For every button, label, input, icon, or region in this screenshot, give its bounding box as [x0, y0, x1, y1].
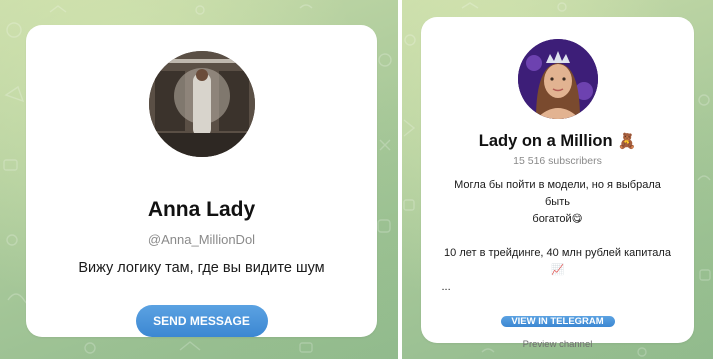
- view-in-telegram-button[interactable]: VIEW IN TELEGRAM: [500, 316, 615, 327]
- channel-title: Lady on a Million 🧸: [479, 130, 637, 152]
- yum-face-icon: 😋: [571, 213, 583, 225]
- send-message-button[interactable]: SEND MESSAGE: [135, 305, 268, 337]
- teddy-bear-icon: 🧸: [617, 132, 637, 150]
- preview-channel-link[interactable]: Preview channel: [523, 339, 593, 351]
- description-text: 10 лет в трейдинге, 40 млн рублей капита…: [444, 247, 671, 259]
- avatar: [148, 51, 255, 157]
- description-line: 10 лет в трейдинге, 40 млн рублей капита…: [442, 245, 674, 279]
- right-panel: Lady on a Million 🧸 15 516 subscribers М…: [402, 0, 713, 359]
- channel-title-text: Lady on a Million: [478, 132, 613, 150]
- profile-name: Anna Lady: [147, 198, 256, 221]
- description-line: Могла бы пойти в модели, но я выбрала бы…: [454, 179, 661, 208]
- profile-username: @Anna_MillionDol: [147, 232, 256, 247]
- left-panel: Anna Lady @Anna_MillionDol Вижу логику т…: [0, 0, 398, 359]
- description-text: богатой: [532, 213, 572, 225]
- chart-increasing-icon: 📈: [550, 264, 565, 276]
- description-ellipsis: ...: [441, 281, 451, 293]
- profile-card: Anna Lady @Anna_MillionDol Вижу логику т…: [26, 25, 377, 337]
- description-line: богатой😋: [442, 211, 674, 228]
- profile-bio: Вижу логику там, где вы видите шум: [78, 260, 325, 276]
- avatar: [517, 39, 598, 119]
- channel-card: Lady on a Million 🧸 15 516 subscribers М…: [421, 17, 694, 350]
- subscriber-count: 15 516 subscribers: [513, 155, 602, 167]
- channel-description: Могла бы пойти в модели, но я выбрала бы…: [442, 177, 674, 296]
